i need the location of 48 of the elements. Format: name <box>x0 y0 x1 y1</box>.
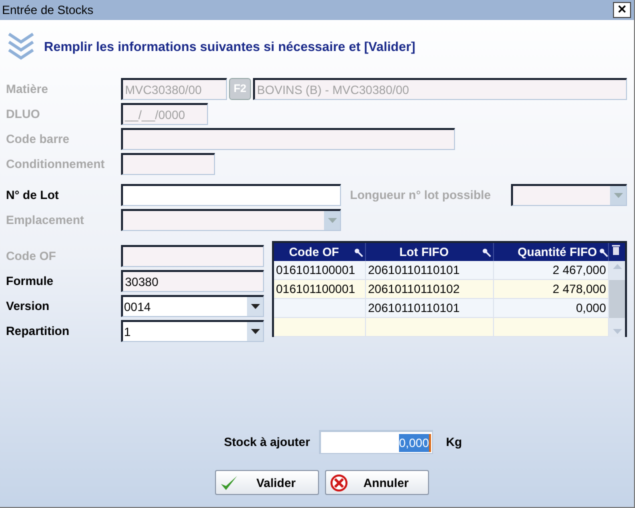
cancel-button[interactable]: Annuler <box>325 470 429 495</box>
dropdown-field[interactable]: 0014 <box>121 295 264 317</box>
combo-value: 0014 <box>123 298 152 316</box>
search-icon <box>482 248 491 256</box>
text-field[interactable] <box>121 245 264 267</box>
field-label: N° de Lot <box>6 187 60 204</box>
quantity-field[interactable]: 0,000 <box>319 430 434 454</box>
header-text: Code OF <box>288 244 340 261</box>
field-label: Code OF <box>6 248 57 265</box>
combo-value: 1 <box>123 324 132 340</box>
field-label: Stock à ajouter <box>224 434 310 451</box>
dropdown-arrow-icon <box>250 329 260 334</box>
field-label: Conditionnement <box>6 156 106 173</box>
table-cell: 016101100001 <box>274 280 366 298</box>
dropdown-arrow-icon <box>250 304 260 309</box>
validate-button[interactable]: Valider <box>215 470 319 495</box>
cancel-icon <box>330 474 348 492</box>
dropdown-field[interactable] <box>511 184 627 206</box>
close-button[interactable]: × <box>613 2 631 18</box>
field-label: Longueur n° lot possible <box>350 187 492 204</box>
text-field[interactable]: 30380 <box>121 270 264 292</box>
field-label: Matière <box>6 81 50 98</box>
instruction-text: Remplir les informations suivantes si nécessaire et [Valider] <box>44 38 416 56</box>
field-label: Version <box>6 298 50 315</box>
header-text: Lot FIFO <box>398 244 450 261</box>
header-text: Quantité FIFO <box>518 244 597 261</box>
unit-label: Kg <box>446 434 462 451</box>
window-title: Entrée de Stocks <box>2 2 94 19</box>
dropdown-arrow-icon <box>328 218 336 223</box>
text-field[interactable] <box>121 128 455 150</box>
trash-icon <box>612 245 620 255</box>
field-label: Code barre <box>6 131 70 148</box>
table-cell: 20610110110101 <box>366 261 494 279</box>
dropdown-field[interactable] <box>121 209 341 231</box>
table-cell: 20610110110102 <box>366 280 494 298</box>
text-field[interactable] <box>121 153 215 175</box>
field-label: Repartition <box>6 323 70 340</box>
lot-number-field[interactable] <box>121 184 341 206</box>
table-cell: 016101100001 <box>274 261 366 279</box>
checkmark-icon <box>220 474 238 490</box>
table-cell: 20610110110101 <box>366 299 494 317</box>
dropdown-field[interactable]: 1 <box>121 320 264 342</box>
search-icon <box>354 248 363 256</box>
dropdown-arrow-icon <box>614 193 622 198</box>
search-icon <box>599 248 608 256</box>
field-label: Formule <box>6 273 54 290</box>
field-label: Emplacement <box>6 212 86 229</box>
field-label: DLUO <box>6 106 41 123</box>
